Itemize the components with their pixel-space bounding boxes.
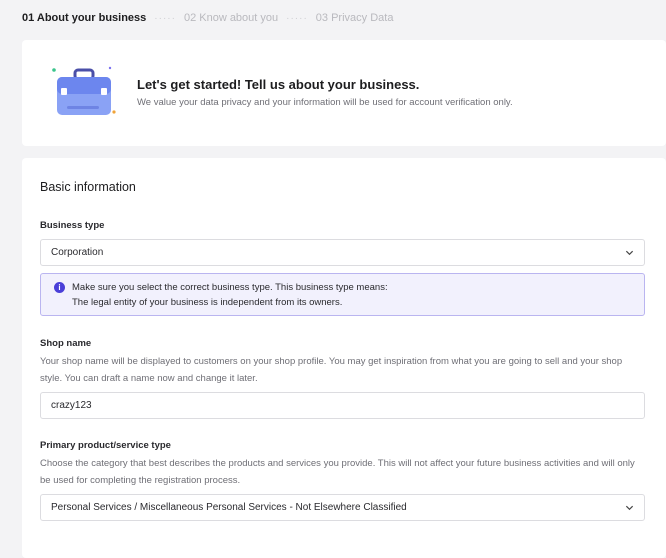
shop-name-input[interactable]: crazy123	[40, 392, 645, 419]
basic-information-form: Basic information Business type Corporat…	[22, 158, 666, 558]
intro-card: Let's get started! Tell us about your bu…	[22, 40, 666, 146]
product-type-label: Primary product/service type	[40, 440, 171, 451]
business-type-value: Corporation	[51, 247, 104, 258]
notice-text: Make sure you select the correct busines…	[72, 280, 388, 310]
chevron-down-icon	[625, 250, 634, 256]
intro-title: Let's get started! Tell us about your bu…	[137, 77, 420, 92]
step-privacy-data[interactable]: 03 Privacy Data	[316, 12, 394, 24]
section-title: Basic information	[40, 180, 136, 194]
business-type-notice: i Make sure you select the correct busin…	[40, 273, 645, 316]
progress-stepper: 01 About your business ····· 02 Know abo…	[0, 0, 666, 36]
shop-name-label: Shop name	[40, 338, 92, 349]
business-type-select[interactable]: Corporation	[40, 239, 645, 266]
product-type-help: Choose the category that best describes …	[40, 458, 635, 486]
step-about-business[interactable]: 01 About your business	[22, 12, 146, 24]
shop-name-help: Your shop name will be displayed to cust…	[40, 356, 623, 384]
business-type-label: Business type	[40, 220, 105, 231]
step-separator: ·····	[286, 12, 308, 24]
info-icon: i	[54, 282, 65, 293]
intro-subtitle: We value your data privacy and your info…	[137, 97, 513, 108]
shop-name-value: crazy123	[51, 400, 92, 411]
step-separator: ·····	[154, 12, 176, 24]
step-know-about-you[interactable]: 02 Know about you	[184, 12, 278, 24]
product-type-select[interactable]: Personal Services / Miscellaneous Person…	[40, 494, 645, 521]
notice-line-1: Make sure you select the correct busines…	[72, 282, 388, 293]
chevron-down-icon	[625, 505, 634, 511]
product-type-value: Personal Services / Miscellaneous Person…	[51, 502, 407, 513]
notice-line-2: The legal entity of your business is ind…	[72, 297, 343, 308]
briefcase-icon	[52, 66, 116, 115]
